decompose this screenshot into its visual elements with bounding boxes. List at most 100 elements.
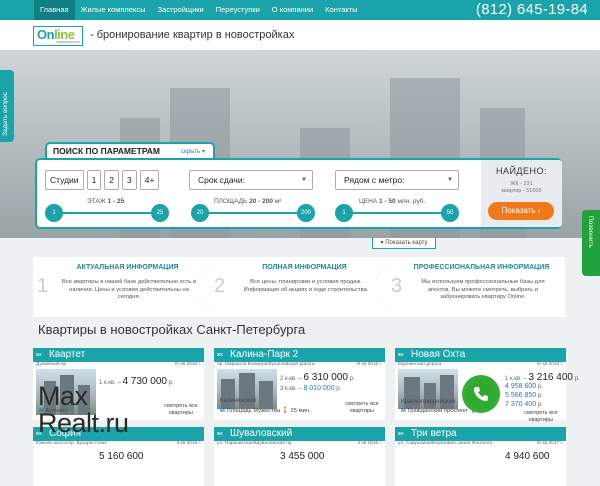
card-price-row: 5 160 600 bbox=[99, 451, 144, 462]
floor-min-handle[interactable]: 1 bbox=[45, 204, 63, 222]
found-apartments: квартир - 51665 bbox=[501, 188, 542, 194]
nav-item-developers[interactable]: Застройщики bbox=[152, 0, 210, 20]
complex-card-kalina-park[interactable]: жк Калина-Парк 2 пр. Маршала Блюхера/Куш… bbox=[214, 348, 385, 420]
found-complexes: ЖК - 231 bbox=[510, 181, 533, 187]
complex-card-tri-vetra[interactable]: жк Три ветра ул. Савушкина/Березовая лин… bbox=[395, 427, 566, 486]
card-price-row: 7 370 400 р. bbox=[505, 401, 543, 408]
card-title[interactable]: Три ветра bbox=[411, 428, 457, 439]
chevron-down-icon: ▾ bbox=[380, 240, 384, 246]
price-slider-track[interactable] bbox=[343, 212, 453, 214]
card-prefix: жк bbox=[217, 431, 223, 437]
search-panel: Студии 1 2 3 4+ Срок сдачи: ▼ Рядом с ме… bbox=[35, 158, 562, 229]
floor-max-handle[interactable]: 25 bbox=[151, 204, 169, 222]
site-logo[interactable]: Online недвижимость bbox=[33, 26, 83, 46]
price-label: ЦЕНА 1 - 50 млн. руб. bbox=[359, 198, 426, 205]
area-min-handle[interactable]: 20 bbox=[191, 204, 209, 222]
floor-label: ЭТАЖ 1 - 25 bbox=[87, 198, 125, 205]
nav-item-home[interactable]: Главная bbox=[34, 0, 75, 20]
room-studio-button[interactable]: Студии bbox=[45, 170, 84, 190]
nav-item-about[interactable]: О компании bbox=[266, 0, 319, 20]
logo-subtext: недвижимость bbox=[56, 40, 81, 44]
card-metro: М Площадь Мужества 🚶 25 мин. bbox=[220, 408, 311, 414]
call-tab-label: Позвонить bbox=[587, 216, 594, 248]
card-address: Дунайский пр bbox=[36, 362, 67, 367]
deadline-select[interactable]: Срок сдачи: ▼ bbox=[189, 170, 313, 190]
floor-slider-track[interactable] bbox=[53, 212, 163, 214]
chevron-right-icon: › bbox=[537, 206, 541, 215]
top-nav: Главная Жилые комплексы Застройщики Пере… bbox=[0, 0, 600, 20]
card-address: Южное шоссе/пр. Бухарестская bbox=[36, 441, 107, 446]
card-header: жк Калина-Парк 2 bbox=[214, 348, 385, 362]
card-price-row: 3 455 000 bbox=[280, 451, 325, 462]
see-all-apartments-link[interactable]: смотреть все квартиры bbox=[521, 410, 561, 423]
feature-number: 3 bbox=[391, 275, 403, 297]
card-title[interactable]: Калина-Парк 2 bbox=[230, 349, 298, 360]
room-2-button[interactable]: 2 bbox=[104, 170, 120, 190]
metro-icon: М bbox=[220, 408, 225, 414]
header: Online недвижимость - бронирование кварт… bbox=[0, 20, 600, 50]
found-title: НАЙДЕНО: bbox=[495, 166, 548, 176]
walk-icon: 🚶 bbox=[281, 408, 289, 414]
feature-title: ПОЛНАЯ ИНФОРМАЦИЯ bbox=[262, 264, 347, 271]
phone-icon bbox=[474, 387, 488, 401]
dropdown-arrow-icon: ▼ bbox=[447, 177, 453, 183]
nav-item-assignments[interactable]: Переуступки bbox=[210, 0, 266, 20]
metro-select[interactable]: Рядом с метро: ▼ bbox=[335, 170, 459, 190]
search-title: ПОИСК ПО ПАРАМЕТРАМ bbox=[53, 146, 160, 156]
call-tab[interactable]: Позвонить bbox=[582, 210, 600, 276]
price-max-handle[interactable]: 50 bbox=[441, 204, 459, 222]
card-title[interactable]: Новая Охта bbox=[411, 349, 465, 360]
nav-item-complexes[interactable]: Жилые комплексы bbox=[75, 0, 152, 20]
room-4plus-button[interactable]: 4+ bbox=[139, 170, 160, 190]
card-price-row: 1 к.кв. – 3 216 400 р. bbox=[505, 372, 580, 383]
feature-text: Все квартиры в нашей базе действительно … bbox=[61, 279, 197, 300]
show-results-button[interactable]: Показать › bbox=[488, 202, 554, 220]
card-address: Мурнинская дорога bbox=[398, 362, 442, 367]
feature-3: 3 ПРОФЕССИОНАЛЬНАЯ ИНФОРМАЦИЯ Мы использ… bbox=[387, 257, 564, 317]
nav-item-contacts[interactable]: Контакты bbox=[319, 0, 363, 20]
card-price-row: 2 к.кв. – 6 310 000 р. bbox=[280, 372, 355, 383]
feature-title: ПРОФЕССИОНАЛЬНАЯ ИНФОРМАЦИЯ bbox=[413, 264, 550, 271]
feature-2: 2 ПОЛНАЯ ИНФОРМАЦИЯ Все цены, планировки… bbox=[210, 257, 387, 317]
chevron-down-icon: ▾ bbox=[201, 149, 205, 155]
area-max-handle[interactable]: 200 bbox=[297, 204, 315, 222]
see-all-apartments-link[interactable]: смотреть все квартиры bbox=[344, 401, 380, 414]
card-title[interactable]: Шуваловский bbox=[230, 428, 292, 439]
metro-icon: М bbox=[401, 408, 406, 414]
card-title[interactable]: Квартет bbox=[49, 349, 85, 360]
area-slider-track[interactable] bbox=[199, 212, 309, 214]
feature-text: Все цены, планировки и условия продаж. И… bbox=[243, 279, 369, 293]
ask-question-label: Задать вопрос bbox=[2, 92, 9, 136]
features-strip: 1 АКТУАЛЬНАЯ ИНФОРМАЦИЯ Все квартиры в н… bbox=[33, 257, 565, 317]
feature-number: 2 bbox=[214, 275, 226, 297]
card-date: II кв 2016 г. bbox=[357, 441, 382, 446]
room-1-button[interactable]: 1 bbox=[86, 170, 102, 190]
card-header: жк Шуваловский bbox=[214, 427, 385, 441]
feature-text: Мы используем профессиональные базы для … bbox=[421, 279, 545, 300]
card-date: IV кв 2017 г. bbox=[536, 441, 563, 446]
hide-search-link[interactable]: скрыть ▾ bbox=[181, 148, 205, 155]
show-map-button[interactable]: ▾ Показать карту bbox=[372, 238, 436, 249]
complex-card-shuvalovsky[interactable]: жк Шуваловский ул. Парашютная/Шуваловски… bbox=[214, 427, 385, 486]
results-box: НАЙДЕНО: ЖК - 231 квартир - 51665 Показа… bbox=[481, 160, 562, 227]
callback-button[interactable] bbox=[462, 375, 500, 413]
card-date: IV кв 2016 г. bbox=[174, 362, 201, 367]
card-district: Калининский bbox=[220, 398, 256, 404]
room-3-button[interactable]: 3 bbox=[122, 170, 137, 190]
card-prefix: жк bbox=[398, 352, 404, 358]
card-district: Красногвардейский bbox=[401, 399, 456, 405]
ask-question-tab[interactable]: Задать вопрос bbox=[0, 70, 14, 142]
phone-number[interactable]: (812) 645-19-84 bbox=[476, 1, 588, 18]
see-all-apartments-link[interactable]: смотреть все квартиры bbox=[163, 403, 199, 416]
card-header: жк Квартет bbox=[33, 348, 204, 362]
dropdown-arrow-icon: ▼ bbox=[301, 177, 307, 183]
card-price-row: 4 940 600 bbox=[505, 451, 550, 462]
room-filter: Студии 1 2 3 4+ bbox=[45, 170, 160, 190]
price-min-handle[interactable]: 1 bbox=[335, 204, 353, 222]
card-price-row: 4 958 600 р. bbox=[505, 383, 543, 390]
deadline-select-value: Срок сдачи: bbox=[198, 175, 245, 185]
card-header: жк Новая Охта bbox=[395, 348, 566, 362]
card-prefix: жк bbox=[36, 352, 42, 358]
card-date: IV кв 2016 г. bbox=[536, 362, 563, 367]
nav-menu: Главная Жилые комплексы Застройщики Пере… bbox=[34, 0, 364, 20]
